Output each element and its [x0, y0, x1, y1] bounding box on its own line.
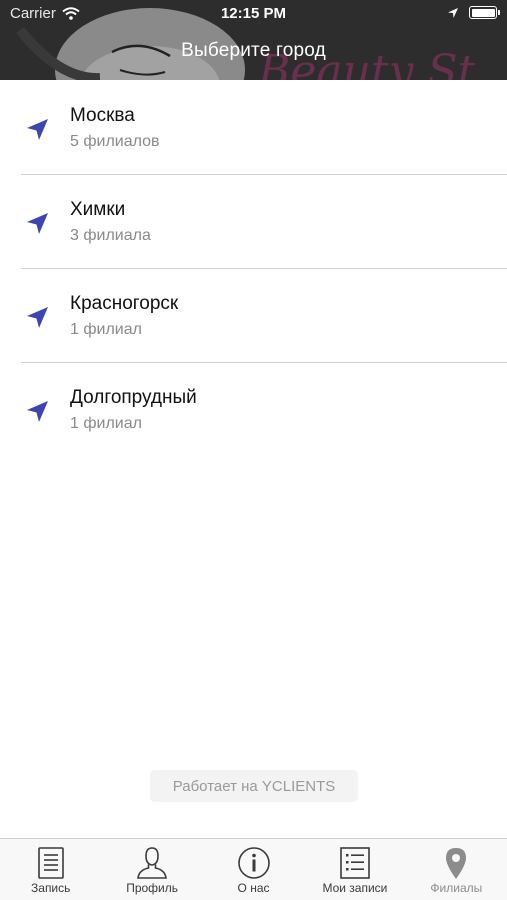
location-arrow-icon: [27, 307, 48, 328]
tab-label: Запись: [31, 881, 71, 895]
branch-count: 1 филиал: [70, 321, 142, 338]
user-icon: [137, 847, 168, 879]
battery-level: [471, 8, 495, 17]
tab-label: Филиалы: [430, 881, 483, 895]
tab-my-bookings[interactable]: Мои записи: [304, 839, 405, 900]
tab-label: Профиль: [126, 881, 179, 895]
location-arrow-icon: [27, 401, 48, 422]
city-name: Химки: [70, 199, 126, 220]
status-right: [447, 6, 500, 19]
powered-by-badge[interactable]: Работает на YCLIENTS: [150, 770, 358, 802]
tab-about[interactable]: О нас: [203, 839, 304, 900]
info-icon: [237, 847, 270, 879]
city-name: Москва: [70, 105, 135, 126]
battery-icon: [469, 6, 500, 19]
status-bar: Carrier 12:15 PM: [0, 0, 507, 28]
location-services-icon: [448, 7, 458, 18]
branch-count: 1 филиал: [70, 415, 142, 432]
tab-profile[interactable]: Профиль: [101, 839, 202, 900]
tab-booking[interactable]: Запись: [0, 839, 101, 900]
document-icon: [37, 847, 64, 879]
status-time: 12:15 PM: [220, 5, 287, 22]
header: Beauty St Carrier 12:15 PM Выберите горо…: [0, 0, 507, 80]
city-row-khimki[interactable]: Химки 3 филиала: [0, 174, 507, 268]
page-title: Выберите город: [181, 40, 326, 61]
branch-count: 5 филиалов: [70, 133, 160, 150]
location-arrow-icon: [27, 119, 48, 140]
city-row-dolgoprudny[interactable]: Долгопрудный 1 филиал: [0, 362, 507, 456]
city-row-krasnogorsk[interactable]: Красногорск 1 филиал: [0, 268, 507, 362]
tab-label: О нас: [237, 881, 270, 895]
city-name: Красногорск: [70, 293, 179, 314]
tab-bar: Запись Профиль О нас Мои записи Филиалы: [0, 838, 507, 900]
city-list: Москва 5 филиалов Химки 3 филиала Красно…: [0, 80, 507, 456]
city-name: Долгопрудный: [70, 387, 197, 408]
city-row-moscow[interactable]: Москва 5 филиалов: [0, 80, 507, 174]
branch-count: 3 филиала: [70, 227, 151, 244]
tab-branches[interactable]: Филиалы: [406, 839, 507, 900]
tab-label: Мои записи: [322, 881, 388, 895]
location-arrow-icon: [27, 213, 48, 234]
list-icon: [340, 847, 370, 879]
map-pin-icon: [446, 848, 467, 879]
